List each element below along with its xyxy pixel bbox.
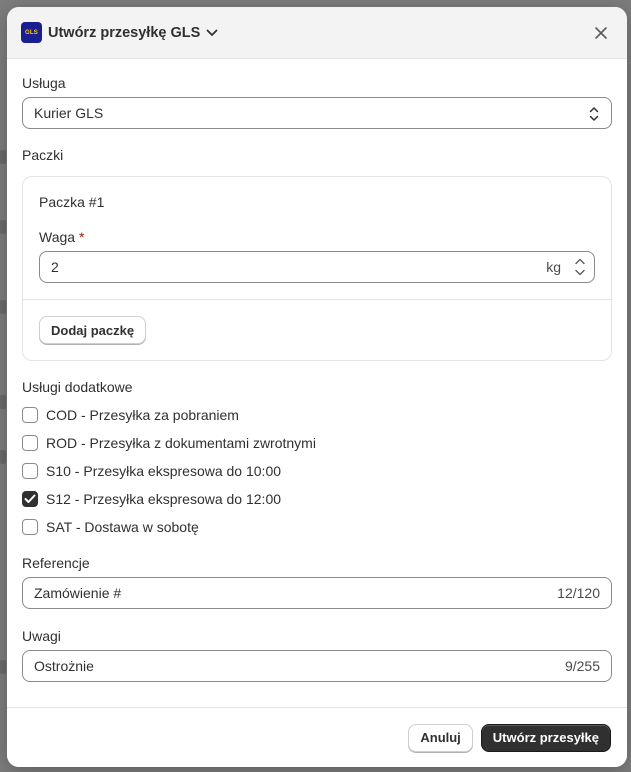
modal-title[interactable]: Utwórz przesyłkę GLS (48, 25, 200, 41)
checkbox[interactable] (22, 491, 38, 507)
weight-unit: kg (546, 259, 561, 275)
additional-services-label: Usługi dodatkowe (22, 379, 133, 395)
background-text-fragment (0, 300, 6, 314)
additional-service-label: S12 - Przesyłka ekspresowa do 12:00 (46, 491, 282, 507)
cancel-button[interactable]: Anuluj (408, 723, 473, 752)
stepper-up-icon[interactable] (573, 256, 587, 267)
additional-service-label: S10 - Przesyłka ekspresowa do 10:00 (46, 463, 282, 479)
additional-service-option[interactable]: ROD - Przesyłka z dokumentami zwrotnymi (22, 429, 612, 457)
additional-service-label: ROD - Przesyłka z dokumentami zwrotnymi (46, 435, 316, 451)
additional-service-option[interactable]: S12 - Przesyłka ekspresowa do 12:00 (22, 485, 612, 513)
background-text-fragment (0, 150, 6, 164)
background-text-fragment (0, 450, 6, 464)
packages-card: Paczka #1 Waga * 2 kg Dodaj paczkę (22, 176, 612, 361)
additional-service-label: COD - Przesyłka za pobraniem (46, 407, 239, 423)
additional-service-option[interactable]: COD - Przesyłka za pobraniem (22, 401, 612, 429)
background-text-fragment (0, 660, 6, 674)
reference-counter: 12/120 (557, 585, 600, 601)
packages-label: Paczki (22, 147, 64, 163)
reference-input[interactable]: Zamówienie # 12/120 (22, 577, 612, 609)
notes-label: Uwagi (22, 628, 61, 644)
additional-service-option[interactable]: S10 - Przesyłka ekspresowa do 10:00 (22, 457, 612, 485)
reference-label: Referencje (22, 555, 90, 571)
weight-input[interactable]: 2 kg (39, 251, 595, 283)
weight-value: 2 (51, 259, 59, 275)
checkbox[interactable] (22, 463, 38, 479)
additional-service-label: SAT - Dostawa w sobotę (46, 519, 199, 535)
notes-counter: 9/255 (564, 658, 600, 674)
package-item: Paczka #1 Waga * 2 kg (23, 177, 611, 299)
modal-body: Usługa Kurier GLS Paczki Paczka #1 Waga … (7, 59, 627, 682)
chevron-down-icon[interactable] (206, 29, 218, 37)
packages-card-footer: Dodaj paczkę (23, 299, 611, 360)
add-package-button[interactable]: Dodaj paczkę (39, 316, 147, 344)
stepper-down-icon[interactable] (573, 267, 587, 278)
create-shipment-modal: GLS Utwórz przesyłkę GLS Usługa Kurier G… (7, 7, 627, 767)
additional-services-list: COD - Przesyłka za pobraniem ROD - Przesy… (22, 401, 612, 541)
background-text-fragment (0, 220, 6, 234)
additional-service-option[interactable]: SAT - Dostawa w sobotę (22, 513, 612, 541)
weight-label: Waga * (39, 229, 595, 245)
service-select-value: Kurier GLS (34, 105, 104, 121)
weight-label-text: Waga (39, 229, 76, 245)
package-title: Paczka #1 (39, 194, 105, 210)
service-label: Usługa (22, 75, 66, 91)
checkbox[interactable] (22, 435, 38, 451)
reference-value: Zamówienie # (34, 585, 122, 601)
service-select[interactable]: Kurier GLS (22, 97, 612, 129)
create-shipment-button[interactable]: Utwórz przesyłkę (480, 723, 611, 752)
notes-value: Ostrożnie (34, 658, 94, 674)
number-stepper[interactable] (573, 256, 587, 278)
modal-header: GLS Utwórz przesyłkę GLS (7, 7, 627, 59)
background-text-fragment (0, 395, 6, 409)
select-updown-icon (589, 106, 599, 125)
gls-logo: GLS (21, 22, 42, 43)
notes-input[interactable]: Ostrożnie 9/255 (22, 650, 612, 682)
checkbox[interactable] (22, 407, 38, 423)
checkmark-icon (24, 494, 36, 503)
modal-footer: Anuluj Utwórz przesyłkę (7, 707, 627, 767)
required-mark: * (78, 229, 85, 245)
close-icon[interactable] (589, 21, 613, 45)
checkbox[interactable] (22, 519, 38, 535)
